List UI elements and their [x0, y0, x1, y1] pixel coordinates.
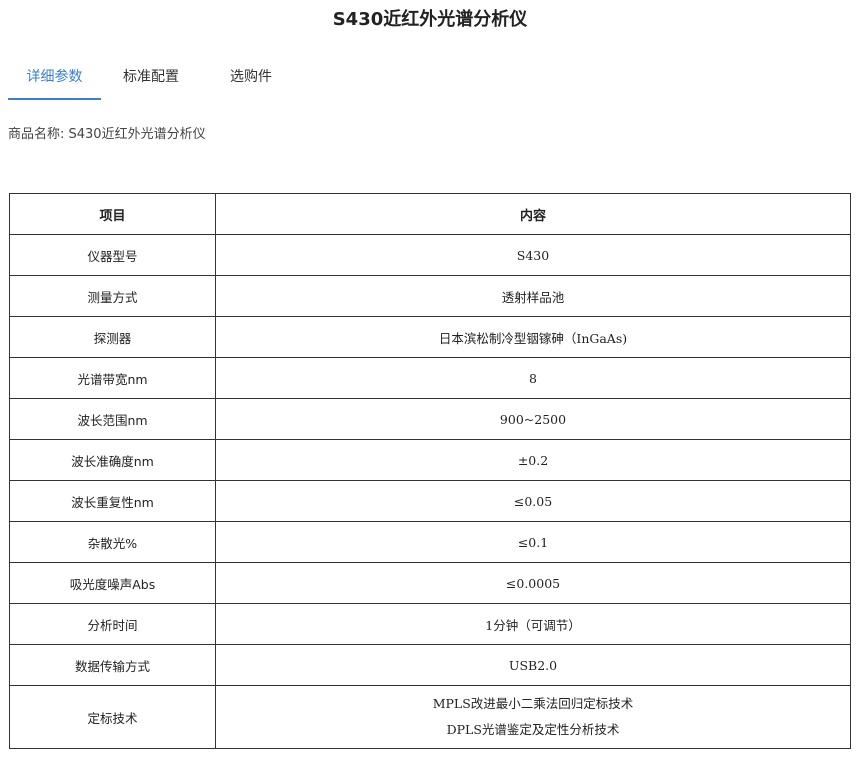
row-content: USB2.0 — [215, 644, 851, 686]
row-content: 1分钟（可调节） — [215, 603, 851, 645]
table-row: 波长范围nm 900~2500 — [9, 398, 851, 440]
row-content: 8 — [215, 357, 851, 399]
row-content: ≤0.05 — [215, 480, 851, 522]
row-item: 波长重复性nm — [9, 480, 216, 522]
row-content: 透射样品池 — [215, 275, 851, 317]
table-row: 探测器 日本滨松制冷型铟镓砷（InGaAs) — [9, 316, 851, 358]
table-row: 光谱带宽nm 8 — [9, 357, 851, 399]
row-content: S430 — [215, 234, 851, 276]
table-row: 杂散光% ≤0.1 — [9, 521, 851, 563]
row-item: 分析时间 — [9, 603, 216, 645]
table-row: 定标技术 MPLS改进最小二乘法回归定标技术 DPLS光谱鉴定及定性分析技术 — [9, 685, 851, 749]
tab-details[interactable]: 详细参数 — [8, 58, 101, 100]
header-item: 项目 — [9, 193, 216, 235]
product-name-line: 商品名称: S430近红外光谱分析仪 — [8, 127, 206, 142]
tab-bar: 详细参数 标准配置 选购件 — [8, 58, 301, 100]
row-item: 数据传输方式 — [9, 644, 216, 686]
row-item: 波长范围nm — [9, 398, 216, 440]
table-row: 分析时间 1分钟（可调节） — [9, 603, 851, 645]
row-item: 定标技术 — [9, 685, 216, 749]
row-content: ±0.2 — [215, 439, 851, 481]
row-item: 仪器型号 — [9, 234, 216, 276]
row-content: 900~2500 — [215, 398, 851, 440]
row-item: 光谱带宽nm — [9, 357, 216, 399]
row-item: 波长准确度nm — [9, 439, 216, 481]
row-item: 探测器 — [9, 316, 216, 358]
row-content: MPLS改进最小二乘法回归定标技术 DPLS光谱鉴定及定性分析技术 — [215, 685, 851, 749]
row-content: 日本滨松制冷型铟镓砷（InGaAs) — [215, 316, 851, 358]
row-item: 杂散光% — [9, 521, 216, 563]
row-content: ≤0.1 — [215, 521, 851, 563]
row-content-line: DPLS光谱鉴定及定性分析技术 — [446, 722, 620, 737]
row-item: 测量方式 — [9, 275, 216, 317]
page-title: S430近红外光谱分析仪 — [332, 9, 528, 30]
row-item: 吸光度噪声Abs — [9, 562, 216, 604]
table-header-row: 项目 内容 — [9, 193, 851, 235]
table-row: 数据传输方式 USB2.0 — [9, 644, 851, 686]
header-content: 内容 — [215, 193, 851, 235]
table-row: 波长重复性nm ≤0.05 — [9, 480, 851, 522]
table-row: 仪器型号 S430 — [9, 234, 851, 276]
tab-standard-config[interactable]: 标准配置 — [101, 58, 201, 100]
row-content: ≤0.0005 — [215, 562, 851, 604]
row-content-line: MPLS改进最小二乘法回归定标技术 — [432, 696, 634, 711]
table-row: 测量方式 透射样品池 — [9, 275, 851, 317]
tab-optional-parts[interactable]: 选购件 — [201, 58, 301, 100]
table-row: 波长准确度nm ±0.2 — [9, 439, 851, 481]
spec-table: 项目 内容 仪器型号 S430 测量方式 透射样品池 探测器 日本滨松制冷型铟镓… — [9, 193, 851, 749]
table-row: 吸光度噪声Abs ≤0.0005 — [9, 562, 851, 604]
